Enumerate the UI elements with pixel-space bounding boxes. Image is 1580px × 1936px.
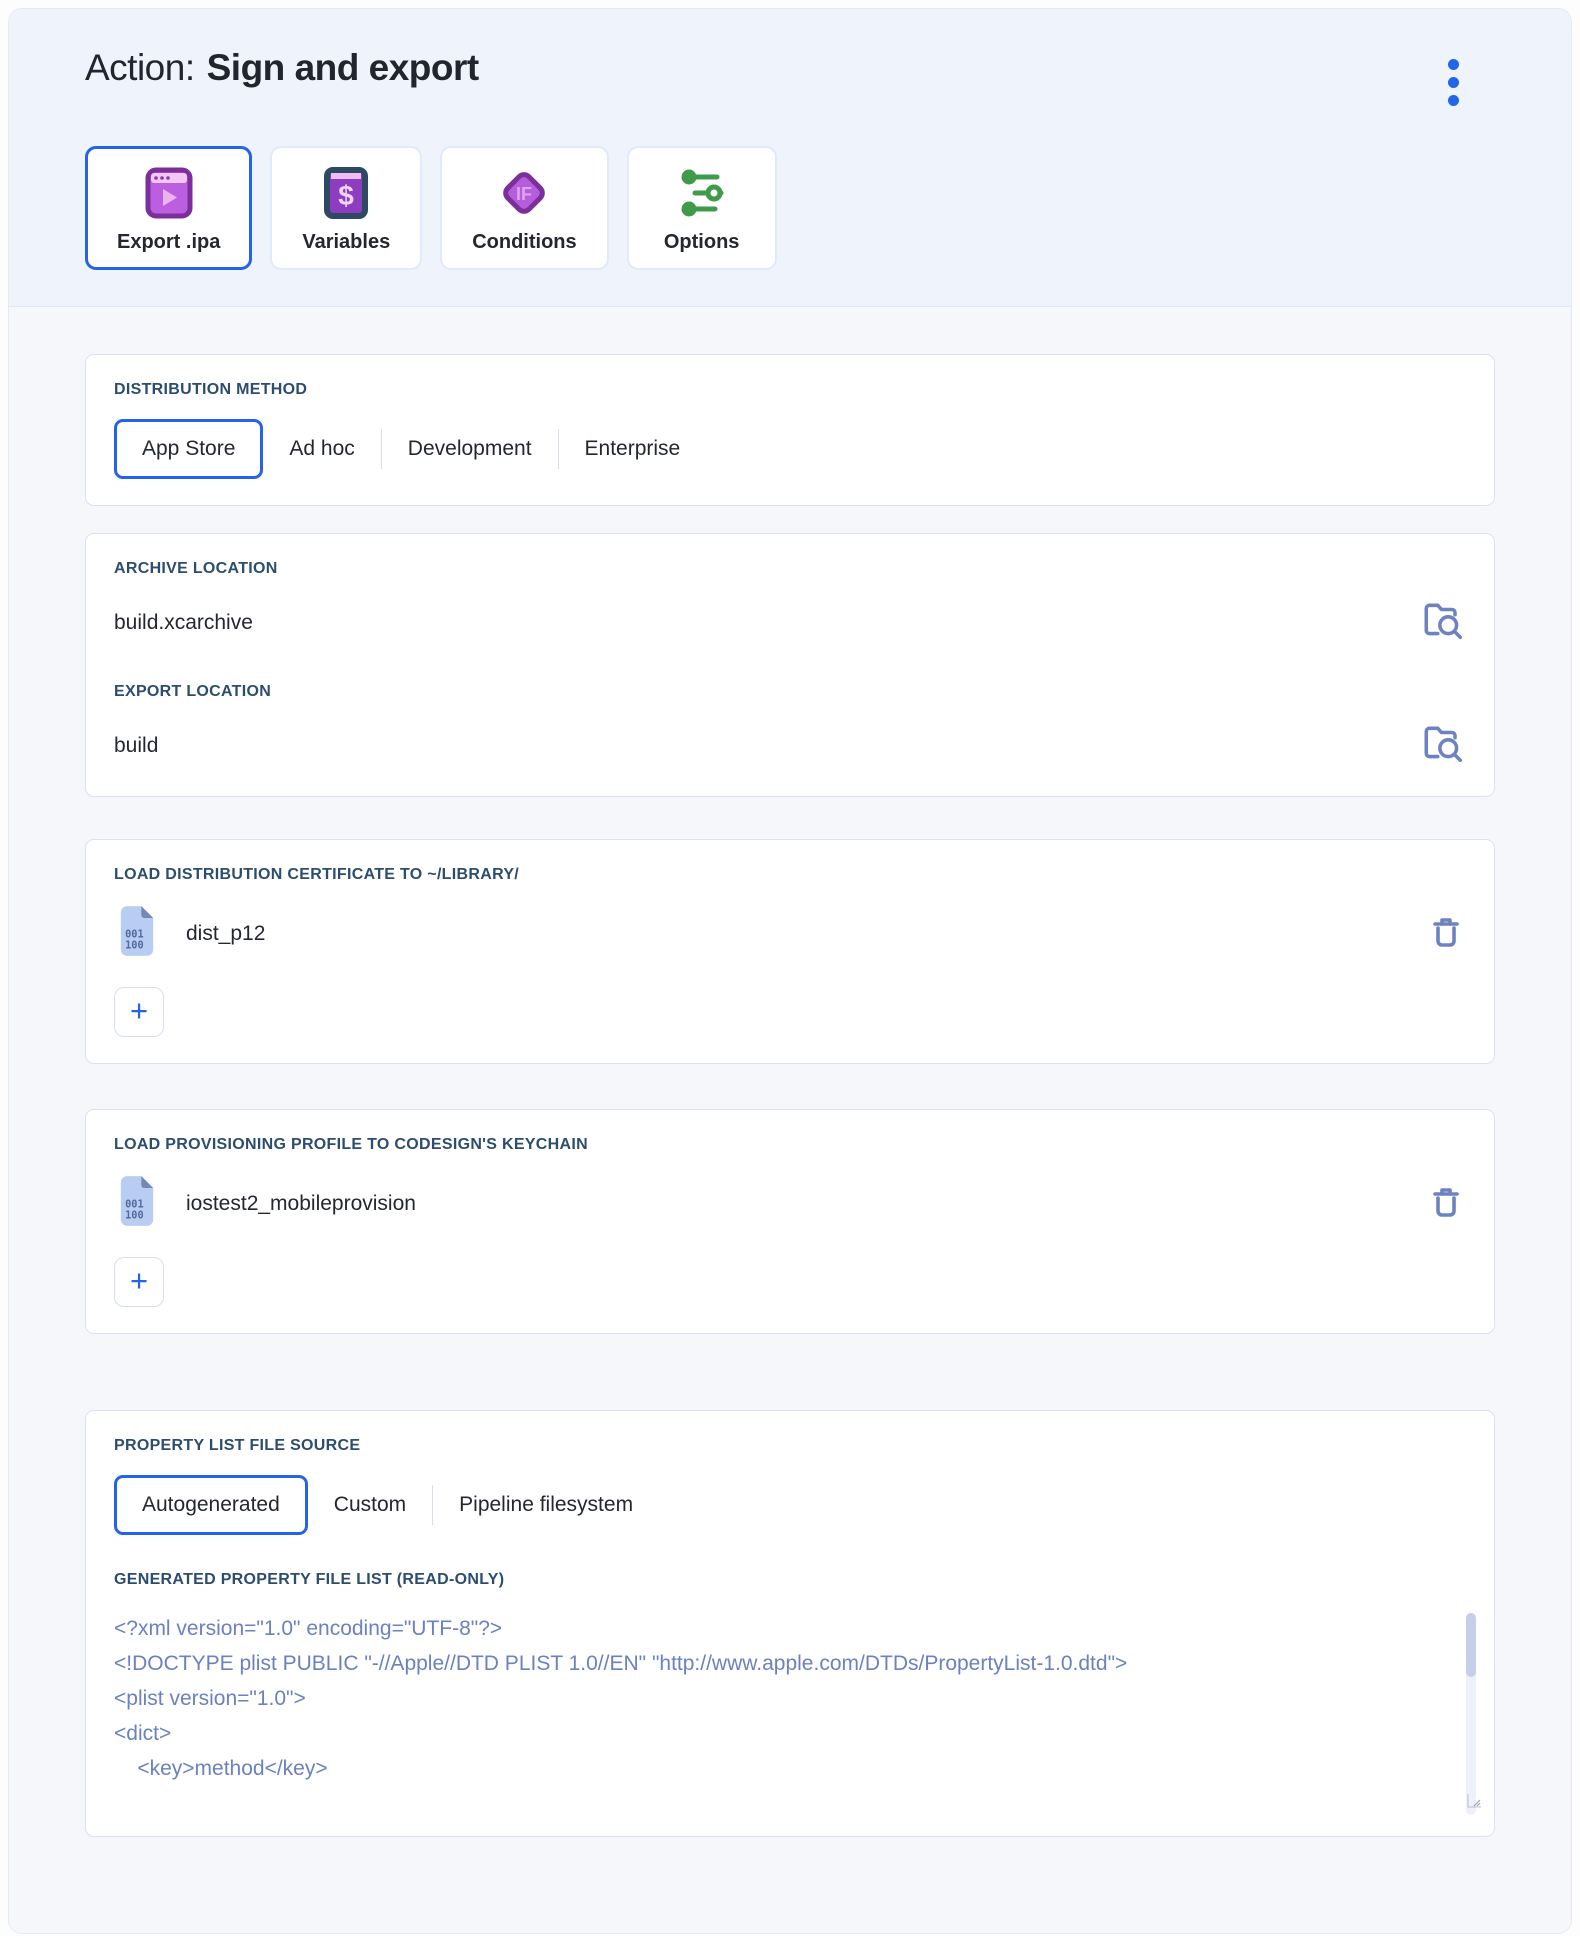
panel-header: Action: Sign and export Export .ipa $ Va… bbox=[9, 9, 1571, 307]
distribution-certificate-section: LOAD DISTRIBUTION CERTIFICATE TO ~/LIBRA… bbox=[85, 839, 1495, 1064]
export-location-label: EXPORT LOCATION bbox=[114, 683, 272, 700]
generated-plist-label: GENERATED PROPERTY FILE LIST (READ-ONLY) bbox=[114, 1571, 505, 1588]
distribution-method-label: DISTRIBUTION METHOD bbox=[114, 381, 308, 398]
title-prefix: Action: bbox=[85, 47, 195, 88]
plist-line: <?xml version="1.0" encoding="UTF-8"?> bbox=[114, 1617, 503, 1640]
tab-options[interactable]: Options bbox=[626, 146, 777, 270]
plist-line: <plist version="1.0"> bbox=[114, 1687, 306, 1710]
plist-source-custom[interactable]: Custom bbox=[308, 1493, 432, 1517]
distribution-option-app-store[interactable]: App Store bbox=[114, 419, 264, 479]
svg-text:$: $ bbox=[338, 180, 354, 211]
remove-certificate-button[interactable] bbox=[1426, 912, 1466, 955]
page-title: Action: Sign and export bbox=[85, 47, 479, 89]
property-list-section: PROPERTY LIST FILE SOURCE Autogenerated … bbox=[85, 1410, 1495, 1837]
archive-location-value[interactable]: build.xcarchive bbox=[114, 611, 253, 635]
svg-text:IF: IF bbox=[516, 184, 532, 204]
tab-variables[interactable]: $ Variables bbox=[270, 146, 423, 270]
plist-line: <key>method</key> bbox=[114, 1757, 328, 1780]
action-editor-panel: Action: Sign and export Export .ipa $ Va… bbox=[8, 8, 1572, 1934]
plist-source-label: PROPERTY LIST FILE SOURCE bbox=[114, 1437, 361, 1454]
svg-text:100: 100 bbox=[125, 939, 144, 951]
plist-source-options: Autogenerated Custom Pipeline filesystem bbox=[114, 1475, 1466, 1535]
app-window-play-icon bbox=[141, 164, 197, 222]
distribution-option-development[interactable]: Development bbox=[382, 437, 558, 461]
tab-label: Conditions bbox=[472, 231, 577, 253]
plus-icon: + bbox=[129, 993, 149, 1028]
folder-search-icon bbox=[1420, 598, 1466, 647]
certificate-file-row: 001 100 dist_p12 bbox=[114, 904, 1466, 963]
locations-section: ARCHIVE LOCATION build.xcarchive EXPORT … bbox=[85, 533, 1495, 797]
sliders-icon bbox=[675, 164, 729, 222]
generated-plist-textarea[interactable]: <?xml version="1.0" encoding="UTF-8"?> <… bbox=[114, 1609, 1481, 1815]
distribution-option-ad-hoc[interactable]: Ad hoc bbox=[263, 437, 380, 461]
plist-line: <dict> bbox=[114, 1722, 172, 1745]
scrollbar-track[interactable] bbox=[1466, 1613, 1476, 1815]
dollar-book-icon: $ bbox=[321, 164, 371, 222]
kebab-menu-icon bbox=[1448, 59, 1459, 70]
action-tabs: Export .ipa $ Variables IF Conditions Op… bbox=[85, 146, 1495, 270]
archive-location-label: ARCHIVE LOCATION bbox=[114, 560, 278, 577]
scrollbar-thumb[interactable] bbox=[1466, 1613, 1476, 1677]
provisioning-profile-section: LOAD PROVISIONING PROFILE TO CODESIGN'S … bbox=[85, 1109, 1495, 1334]
browse-archive-location-button[interactable] bbox=[1420, 598, 1466, 647]
if-diamond-icon: IF bbox=[495, 164, 553, 222]
tab-label: Variables bbox=[302, 231, 391, 253]
certificate-file-name[interactable]: dist_p12 bbox=[186, 922, 1426, 946]
plist-source-autogenerated[interactable]: Autogenerated bbox=[114, 1475, 308, 1535]
plus-icon: + bbox=[129, 1263, 149, 1298]
add-certificate-button[interactable]: + bbox=[114, 987, 164, 1037]
profile-file-row: 001 100 iostest2_mobileprovision bbox=[114, 1174, 1466, 1233]
tab-label: Options bbox=[663, 231, 740, 253]
distribution-method-options: App Store Ad hoc Development Enterprise bbox=[114, 419, 1466, 479]
distribution-method-section: DISTRIBUTION METHOD App Store Ad hoc Dev… bbox=[85, 354, 1495, 506]
title-action-name: Sign and export bbox=[206, 47, 480, 88]
panel-body: DISTRIBUTION METHOD App Store Ad hoc Dev… bbox=[9, 307, 1571, 1837]
trash-icon bbox=[1426, 1182, 1466, 1225]
export-location-value[interactable]: build bbox=[114, 734, 158, 758]
tab-conditions[interactable]: IF Conditions bbox=[440, 146, 609, 270]
trash-icon bbox=[1426, 912, 1466, 955]
tab-export-ipa[interactable]: Export .ipa bbox=[85, 146, 253, 270]
certificate-label: LOAD DISTRIBUTION CERTIFICATE TO ~/LIBRA… bbox=[114, 866, 520, 883]
plist-source-pipeline-filesystem[interactable]: Pipeline filesystem bbox=[433, 1493, 659, 1517]
folder-search-icon bbox=[1420, 721, 1466, 770]
svg-text:100: 100 bbox=[125, 1209, 144, 1221]
binary-file-icon: 001 100 bbox=[114, 1174, 160, 1233]
tab-label: Export .ipa bbox=[117, 231, 221, 253]
profile-file-name[interactable]: iostest2_mobileprovision bbox=[186, 1192, 1426, 1216]
browse-export-location-button[interactable] bbox=[1420, 721, 1466, 770]
more-menu-button[interactable] bbox=[1442, 53, 1465, 112]
resize-grip-icon[interactable] bbox=[1467, 1793, 1482, 1808]
profile-label: LOAD PROVISIONING PROFILE TO CODESIGN'S … bbox=[114, 1136, 588, 1153]
plist-line: <!DOCTYPE plist PUBLIC "-//Apple//DTD PL… bbox=[114, 1652, 1128, 1675]
add-profile-button[interactable]: + bbox=[114, 1257, 164, 1307]
binary-file-icon: 001 100 bbox=[114, 904, 160, 963]
distribution-option-enterprise[interactable]: Enterprise bbox=[559, 437, 707, 461]
remove-profile-button[interactable] bbox=[1426, 1182, 1466, 1225]
